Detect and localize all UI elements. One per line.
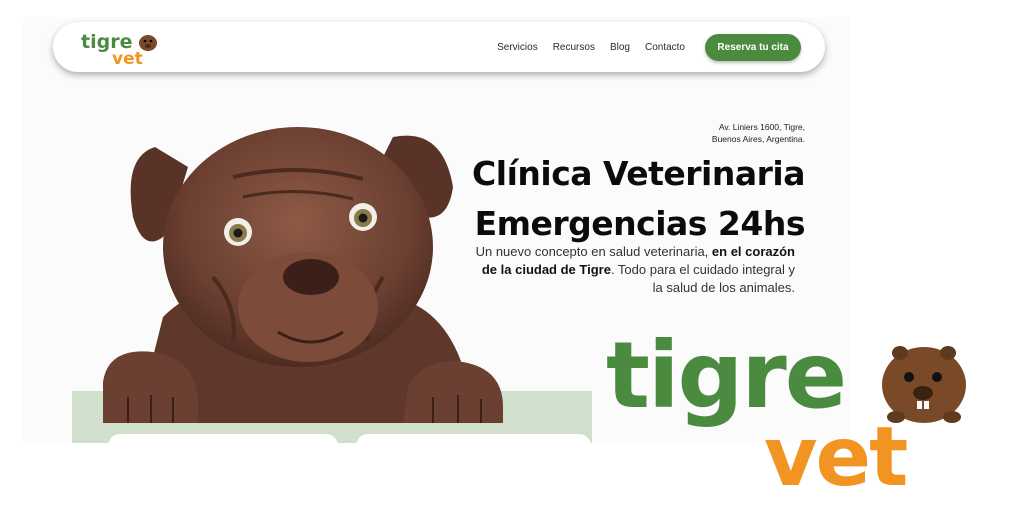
svg-text:vet: vet: [112, 49, 143, 66]
beaver-mascot-icon: [139, 35, 157, 51]
nav-logo[interactable]: tigre vet: [81, 28, 161, 66]
nav-link-blog[interactable]: Blog: [610, 42, 630, 53]
puppy-photo: [103, 127, 503, 423]
nav-link-servicios[interactable]: Servicios: [497, 42, 538, 53]
service-card-2[interactable]: [356, 434, 591, 443]
book-appointment-button[interactable]: Reserva tu cita: [705, 34, 801, 61]
hero-description: Un nuevo concepto en salud veterinaria, …: [475, 244, 795, 295]
clinic-address: Av. Liniers 1600, Tigre, Buenos Aires, A…: [711, 122, 805, 144]
tigrevet-large-logo: tigre vet: [606, 322, 966, 497]
navbar: tigre vet Servicios Recursos Blog Contac…: [53, 22, 825, 72]
nav-links: Servicios Recursos Blog Contacto: [497, 22, 685, 72]
hero-title: Clínica Veterinaria Emergencias 24hs: [472, 154, 805, 243]
svg-text:vet: vet: [764, 410, 907, 497]
nav-link-recursos[interactable]: Recursos: [553, 42, 595, 53]
beaver-mascot-icon: [882, 346, 966, 423]
service-card-1[interactable]: [108, 434, 338, 443]
nav-link-contacto[interactable]: Contacto: [645, 42, 685, 53]
